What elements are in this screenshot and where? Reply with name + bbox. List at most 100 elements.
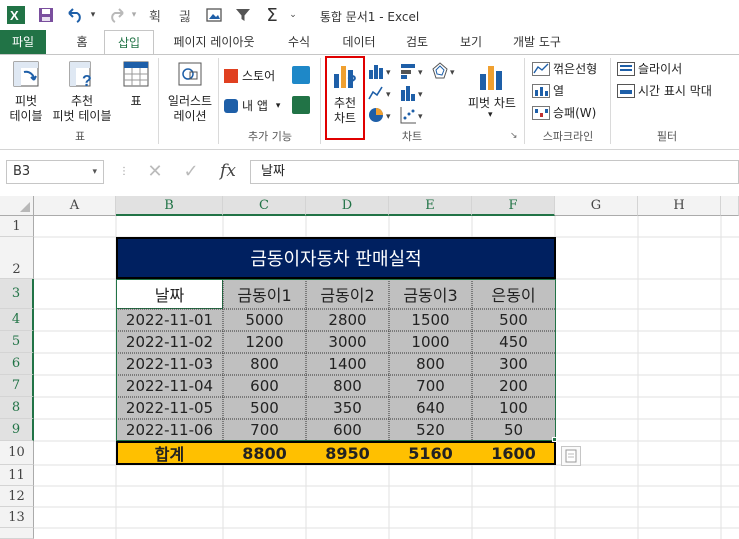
column-chart-icon[interactable]: ▾ — [368, 62, 396, 80]
row-header-14[interactable] — [0, 528, 34, 539]
line-sparkline-button[interactable]: 꺾은선형 — [532, 60, 608, 78]
bing-icon[interactable] — [292, 66, 310, 84]
value-cell[interactable]: 5000 — [223, 309, 306, 331]
table-title-band: 금동이자동차 판매실적 — [116, 237, 556, 279]
store-button[interactable]: 스토어 — [224, 66, 294, 86]
hierarchy-chart-icon[interactable]: ▾ — [400, 62, 428, 80]
line-chart-icon[interactable]: ▾ — [368, 84, 396, 102]
date-cell[interactable]: 2022-11-04 — [116, 375, 223, 397]
value-cell[interactable]: 3000 — [306, 331, 389, 353]
table-button[interactable]: 표 — [116, 58, 156, 126]
total-cell[interactable]: 8950 — [306, 441, 389, 465]
value-cell[interactable]: 800 — [389, 353, 472, 375]
illustrations-button[interactable]: 일러스트 레이션 — [162, 58, 218, 126]
tab-data[interactable]: 데이터 — [332, 30, 386, 54]
value-cell[interactable]: 700 — [389, 375, 472, 397]
value-cell[interactable]: 1400 — [306, 353, 389, 375]
value-cell[interactable]: 1200 — [223, 331, 306, 353]
radar-chart-icon[interactable]: ▾ — [432, 62, 460, 80]
name-box[interactable]: B3 ▾ — [6, 160, 104, 184]
tab-page-layout[interactable]: 페이지 레이아웃 — [164, 30, 264, 54]
tab-file[interactable]: 파일 — [0, 30, 46, 54]
value-cell[interactable]: 800 — [306, 375, 389, 397]
value-cell[interactable]: 300 — [472, 353, 555, 375]
dialog-launcher-icon[interactable]: ↘ — [510, 131, 518, 141]
row-header-10[interactable]: 10 — [0, 441, 34, 465]
value-cell[interactable]: 450 — [472, 331, 555, 353]
value-cell[interactable]: 800 — [223, 353, 306, 375]
column-header-b[interactable]: B — [116, 196, 223, 216]
column-header-a[interactable]: A — [34, 196, 116, 216]
tab-formulas[interactable]: 수식 — [274, 30, 324, 54]
date-cell[interactable]: 2022-11-02 — [116, 331, 223, 353]
cancel-icon[interactable]: ✕ — [144, 162, 166, 184]
value-cell[interactable]: 350 — [306, 397, 389, 419]
tab-home[interactable]: 홈 — [64, 30, 100, 54]
date-cell[interactable]: 2022-11-06 — [116, 419, 223, 441]
column-sparkline-button[interactable]: 열 — [532, 82, 608, 100]
pivot-table-button[interactable]: 피벗 테이블 — [4, 58, 48, 126]
select-all-corner[interactable] — [0, 196, 34, 216]
total-cell[interactable]: 1600 — [472, 441, 555, 465]
tab-review[interactable]: 검토 — [394, 30, 440, 54]
column-header-d[interactable]: D — [306, 196, 389, 216]
row-header-3[interactable]: 3 — [0, 279, 34, 309]
chevron-down-icon: ▾ — [488, 110, 493, 120]
my-apps-button[interactable]: 내 앱 ▾ — [224, 96, 294, 116]
value-cell[interactable]: 500 — [223, 397, 306, 419]
row-header-2[interactable]: 2 — [0, 237, 34, 279]
column-header-f[interactable]: F — [472, 196, 555, 216]
value-cell[interactable]: 700 — [223, 419, 306, 441]
row-header-4[interactable]: 4 — [0, 309, 34, 331]
date-cell[interactable]: 2022-11-01 — [116, 309, 223, 331]
total-label-cell[interactable]: 합계 — [116, 441, 223, 465]
pie-chart-icon[interactable]: ▾ — [368, 106, 396, 124]
tab-insert[interactable]: 삽입 — [104, 30, 154, 54]
pivot-chart-button[interactable]: 피벗 차트 ▾ — [464, 60, 520, 126]
column-header-g[interactable]: G — [555, 196, 638, 216]
quick-analysis-icon[interactable] — [561, 446, 581, 466]
value-cell[interactable]: 2800 — [306, 309, 389, 331]
column-header-h[interactable]: H — [638, 196, 721, 216]
statistic-chart-icon[interactable]: ▾ — [400, 84, 428, 102]
value-cell[interactable]: 520 — [389, 419, 472, 441]
scatter-chart-icon[interactable]: ▾ — [400, 106, 428, 124]
total-cell[interactable]: 5160 — [389, 441, 472, 465]
value-cell[interactable]: 50 — [472, 419, 555, 441]
row-header-8[interactable]: 8 — [0, 397, 34, 419]
row-header-7[interactable]: 7 — [0, 375, 34, 397]
value-cell[interactable]: 640 — [389, 397, 472, 419]
fill-handle[interactable] — [552, 437, 557, 442]
slicer-button[interactable]: 슬라이서 — [617, 60, 727, 78]
value-cell[interactable]: 1000 — [389, 331, 472, 353]
row-header-12[interactable]: 12 — [0, 486, 34, 507]
row-header-5[interactable]: 5 — [0, 331, 34, 353]
value-cell[interactable]: 600 — [223, 375, 306, 397]
value-cell[interactable]: 100 — [472, 397, 555, 419]
column-header-i[interactable] — [721, 196, 739, 216]
winloss-sparkline-button[interactable]: 승패(W) — [532, 104, 608, 122]
enter-icon[interactable]: ✓ — [180, 162, 202, 184]
row-header-1[interactable]: 1 — [0, 216, 34, 237]
insert-function-icon[interactable]: fx — [214, 160, 242, 184]
value-cell[interactable]: 600 — [306, 419, 389, 441]
date-cell[interactable]: 2022-11-05 — [116, 397, 223, 419]
value-cell[interactable]: 1500 — [389, 309, 472, 331]
recommended-pivot-table-button[interactable]: ? 추천 피벗 테이블 — [50, 58, 114, 126]
row-header-11[interactable]: 11 — [0, 465, 34, 486]
column-header-e[interactable]: E — [389, 196, 472, 216]
total-cell[interactable]: 8800 — [223, 441, 306, 465]
tab-developer[interactable]: 개발 도구 — [502, 30, 572, 54]
row-header-13[interactable]: 13 — [0, 507, 34, 528]
column-header-c[interactable]: C — [223, 196, 306, 216]
people-graph-icon[interactable] — [292, 96, 310, 114]
value-cell[interactable]: 200 — [472, 375, 555, 397]
formula-input[interactable]: 날짜 — [250, 160, 739, 184]
value-cell[interactable]: 500 — [472, 309, 555, 331]
svg-text:▾: ▾ — [386, 90, 391, 100]
tab-view[interactable]: 보기 — [448, 30, 494, 54]
timeline-button[interactable]: 시간 표시 막대 — [617, 82, 739, 100]
row-header-6[interactable]: 6 — [0, 353, 34, 375]
date-cell[interactable]: 2022-11-03 — [116, 353, 223, 375]
row-header-9[interactable]: 9 — [0, 419, 34, 441]
